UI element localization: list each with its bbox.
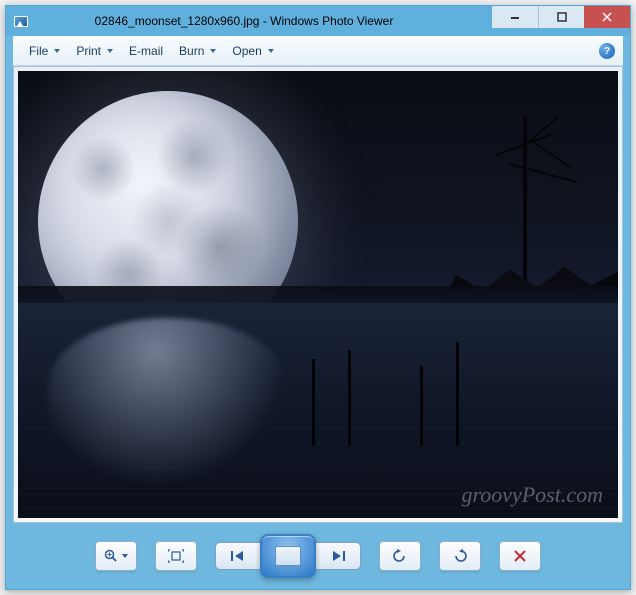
menu-open-label: Open <box>232 44 261 58</box>
fit-window-icon <box>168 549 184 563</box>
maximize-button[interactable] <box>538 6 584 28</box>
menu-print[interactable]: Print <box>68 40 121 62</box>
menu-file-label: File <box>29 44 48 58</box>
displayed-image[interactable]: groovyPost.com <box>18 71 618 518</box>
chevron-down-icon <box>210 49 216 53</box>
maximize-icon <box>557 12 567 22</box>
photo-viewer-window: 02846_moonset_1280x960.jpg - Windows Pho… <box>5 5 631 590</box>
rotate-cw-button[interactable] <box>439 541 481 571</box>
close-icon <box>602 12 612 22</box>
help-icon: ? <box>604 46 610 57</box>
menu-burn[interactable]: Burn <box>171 40 224 62</box>
chevron-down-icon <box>54 49 60 53</box>
chevron-down-icon <box>268 49 274 53</box>
menu-burn-label: Burn <box>179 44 204 58</box>
previous-button[interactable] <box>215 542 261 570</box>
menu-print-label: Print <box>76 44 101 58</box>
rotate-ccw-button[interactable] <box>379 541 421 571</box>
next-button[interactable] <box>315 542 361 570</box>
navigation-group <box>215 534 361 578</box>
fit-window-button[interactable] <box>155 541 197 571</box>
minimize-icon <box>510 12 520 22</box>
help-button[interactable]: ? <box>599 43 615 59</box>
menu-file[interactable]: File <box>21 40 68 62</box>
menu-email[interactable]: E-mail <box>121 40 171 62</box>
previous-icon <box>229 550 247 562</box>
menubar: File Print E-mail Burn Open ? <box>13 36 623 66</box>
next-icon <box>329 550 347 562</box>
rotate-ccw-icon <box>392 549 408 563</box>
menu-email-label: E-mail <box>129 44 163 58</box>
rotate-cw-icon <box>452 549 468 563</box>
app-icon <box>6 6 36 36</box>
delete-icon <box>514 550 526 562</box>
slideshow-icon <box>275 546 301 566</box>
zoom-button[interactable] <box>95 541 137 571</box>
window-controls <box>492 6 630 28</box>
image-viewport: groovyPost.com <box>13 66 623 523</box>
close-button[interactable] <box>584 6 630 28</box>
titlebar[interactable]: 02846_moonset_1280x960.jpg - Windows Pho… <box>6 6 630 36</box>
menu-open[interactable]: Open <box>224 40 281 62</box>
slideshow-button[interactable] <box>260 534 316 578</box>
chevron-down-icon <box>107 49 113 53</box>
minimize-button[interactable] <box>492 6 538 28</box>
chevron-down-icon <box>122 554 128 558</box>
toolbar <box>13 530 623 582</box>
window-title: 02846_moonset_1280x960.jpg - Windows Pho… <box>36 14 492 28</box>
delete-button[interactable] <box>499 541 541 571</box>
magnifier-icon <box>104 549 118 563</box>
